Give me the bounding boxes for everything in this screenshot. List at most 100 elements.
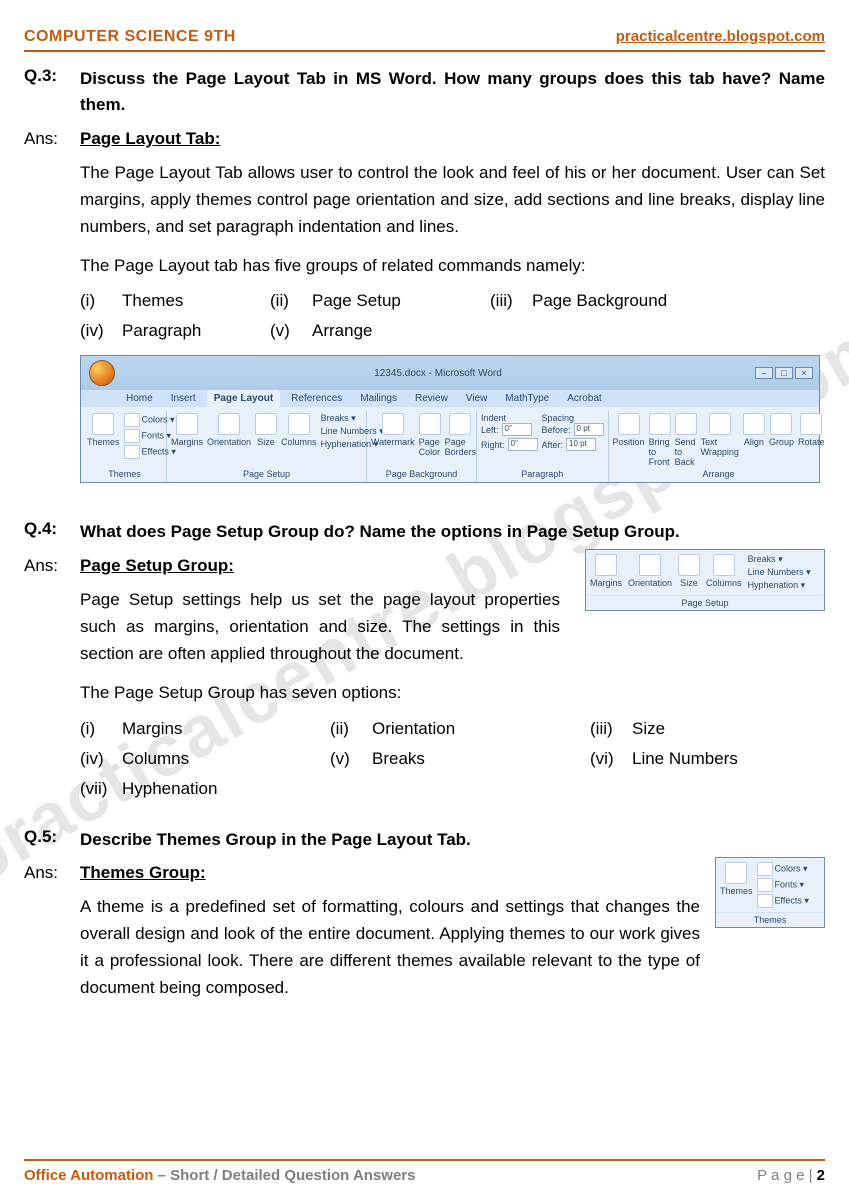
q3-g4t: Paragraph xyxy=(122,321,201,341)
tab-mailings[interactable]: Mailings xyxy=(353,390,404,407)
columns-button[interactable]: Columns xyxy=(281,413,317,447)
mini-effects-dropdown[interactable]: Effects ▾ xyxy=(757,894,809,908)
group-button[interactable]: Group xyxy=(769,413,794,447)
page-footer: Office Automation – Short / Detailed Que… xyxy=(24,1159,825,1184)
group-page-setup: Margins Orientation Size Columns Breaks … xyxy=(167,411,367,482)
tab-insert[interactable]: Insert xyxy=(164,390,203,407)
maximize-button[interactable]: □ xyxy=(775,367,793,379)
indent-left-input[interactable]: 0" xyxy=(502,423,532,436)
q3-g2n: (ii) xyxy=(270,291,312,311)
group-themes: Themes Colors ▾ Fonts ▾ Effects ▾ Themes xyxy=(83,411,167,482)
mini-line-numbers-dropdown[interactable]: Line Numbers ▾ xyxy=(748,567,811,578)
tab-home[interactable]: Home xyxy=(119,390,160,407)
text-wrap-icon xyxy=(709,413,731,435)
mini-colors-dropdown[interactable]: Colors ▾ xyxy=(757,862,809,876)
tab-acrobat[interactable]: Acrobat xyxy=(560,390,608,407)
page-bg-group-label: Page Background xyxy=(371,467,472,480)
footer-left: Office Automation – Short / Detailed Que… xyxy=(24,1167,415,1184)
q4-o6t: Line Numbers xyxy=(632,749,738,769)
q4-o4n: (iv) xyxy=(80,749,122,769)
group-arrange: Position Bring to Front Send to Back Tex… xyxy=(609,411,829,482)
ribbon-doc-title: 12345.docx - Microsoft Word xyxy=(121,368,755,379)
watermark-button[interactable]: Watermark xyxy=(371,413,415,447)
tab-mathtype[interactable]: MathType xyxy=(498,390,556,407)
themes-mini-ribbon: Themes Colors ▾ Fonts ▾ Effects ▾ Themes xyxy=(715,857,825,928)
align-button[interactable]: Align xyxy=(743,413,765,447)
q3-group-list: (i)Themes (ii)Page Setup (iii)Page Backg… xyxy=(80,291,825,341)
mini-fonts-dropdown[interactable]: Fonts ▾ xyxy=(757,878,809,892)
qa-q3: Q.3: Discuss the Page Layout Tab in MS W… xyxy=(24,66,825,483)
q4-label: Q.4: xyxy=(24,519,80,545)
q3-g3n: (iii) xyxy=(490,291,532,311)
q4-o4t: Columns xyxy=(122,749,189,769)
effects-icon xyxy=(124,445,140,459)
margins-button[interactable]: Margins xyxy=(171,413,203,447)
qa-q5: Q.5: Describe Themes Group in the Page L… xyxy=(24,827,825,1002)
margins-icon xyxy=(176,413,198,435)
mini-fonts-icon xyxy=(757,878,773,892)
indent-right-input[interactable]: 0" xyxy=(508,438,538,451)
footer-page-number: 2 xyxy=(817,1167,825,1184)
footer-sep: – xyxy=(153,1167,170,1184)
tab-page-layout[interactable]: Page Layout xyxy=(207,390,280,407)
window-controls: – □ × xyxy=(755,367,813,379)
position-icon xyxy=(618,413,640,435)
q4-options-list: (i)Margins (ii)Orientation (iii)Size (iv… xyxy=(80,719,825,799)
orientation-button[interactable]: Orientation xyxy=(207,413,251,447)
header-subject: COMPUTER SCIENCE 9TH xyxy=(24,28,236,46)
mini-themes-button[interactable]: Themes xyxy=(720,862,753,896)
q4-ans-label: Ans: xyxy=(24,556,80,576)
mini-hyphenation-dropdown[interactable]: Hyphenation ▾ xyxy=(748,580,811,591)
footer-right: P a g e | 2 xyxy=(757,1167,825,1184)
rotate-button[interactable]: Rotate xyxy=(798,413,825,447)
q4-question: What does Page Setup Group do? Name the … xyxy=(80,519,825,545)
send-back-icon xyxy=(675,413,697,435)
position-button[interactable]: Position xyxy=(613,413,645,447)
tab-view[interactable]: View xyxy=(459,390,495,407)
q3-g1t: Themes xyxy=(122,291,183,311)
minimize-button[interactable]: – xyxy=(755,367,773,379)
text-wrapping-button[interactable]: Text Wrapping xyxy=(701,413,739,457)
q3-question: Discuss the Page Layout Tab in MS Word. … xyxy=(80,66,825,119)
themes-button[interactable]: Themes xyxy=(87,413,120,447)
size-button[interactable]: Size xyxy=(255,413,277,447)
q3-para2: The Page Layout tab has five groups of r… xyxy=(80,252,825,279)
office-button[interactable] xyxy=(89,360,115,386)
q3-g5n: (v) xyxy=(270,321,312,341)
tab-references[interactable]: References xyxy=(284,390,349,407)
page-color-button[interactable]: Page Color xyxy=(419,413,441,457)
group-paragraph: Indent Left:0" Right:0" Spacing Before:0… xyxy=(477,411,609,482)
size-icon xyxy=(255,413,277,435)
mini-margins-icon xyxy=(595,554,617,576)
tab-review[interactable]: Review xyxy=(408,390,455,407)
mini-breaks-dropdown[interactable]: Breaks ▾ xyxy=(748,554,811,565)
q4-o5n: (v) xyxy=(330,749,372,769)
send-back-button[interactable]: Send to Back xyxy=(675,413,697,467)
mini-size-button[interactable]: Size xyxy=(678,554,700,588)
q4-o7t: Hyphenation xyxy=(122,779,217,799)
spacing-after-input[interactable]: 10 pt xyxy=(566,438,596,451)
close-button[interactable]: × xyxy=(795,367,813,379)
mini-columns-button[interactable]: Columns xyxy=(706,554,742,588)
spacing-after-label: After: xyxy=(542,440,564,450)
rotate-icon xyxy=(800,413,822,435)
columns-icon xyxy=(288,413,310,435)
page-setup-group-label: Page Setup xyxy=(171,467,362,480)
mini-margins-button[interactable]: Margins xyxy=(590,554,622,588)
spacing-before-input[interactable]: 0 pt xyxy=(574,423,604,436)
page-borders-button[interactable]: Page Borders xyxy=(445,413,477,457)
spacing-before-label: Before: xyxy=(542,425,571,435)
mini-orientation-button[interactable]: Orientation xyxy=(628,554,672,588)
q4-para1: Page Setup settings help us set the page… xyxy=(80,586,560,668)
header-link[interactable]: practicalcentre.blogspot.com xyxy=(616,28,825,46)
spacing-label: Spacing xyxy=(542,413,604,423)
qa-q4: Q.4: What does Page Setup Group do? Name… xyxy=(24,519,825,798)
orientation-icon xyxy=(218,413,240,435)
q4-o7n: (vii) xyxy=(80,779,122,799)
arrange-group-label: Arrange xyxy=(613,467,825,480)
bring-front-button[interactable]: Bring to Front xyxy=(649,413,671,467)
q4-o6n: (vi) xyxy=(590,749,632,769)
group-icon xyxy=(770,413,792,435)
q3-g2t: Page Setup xyxy=(312,291,401,311)
q5-question: Describe Themes Group in the Page Layout… xyxy=(80,827,825,853)
